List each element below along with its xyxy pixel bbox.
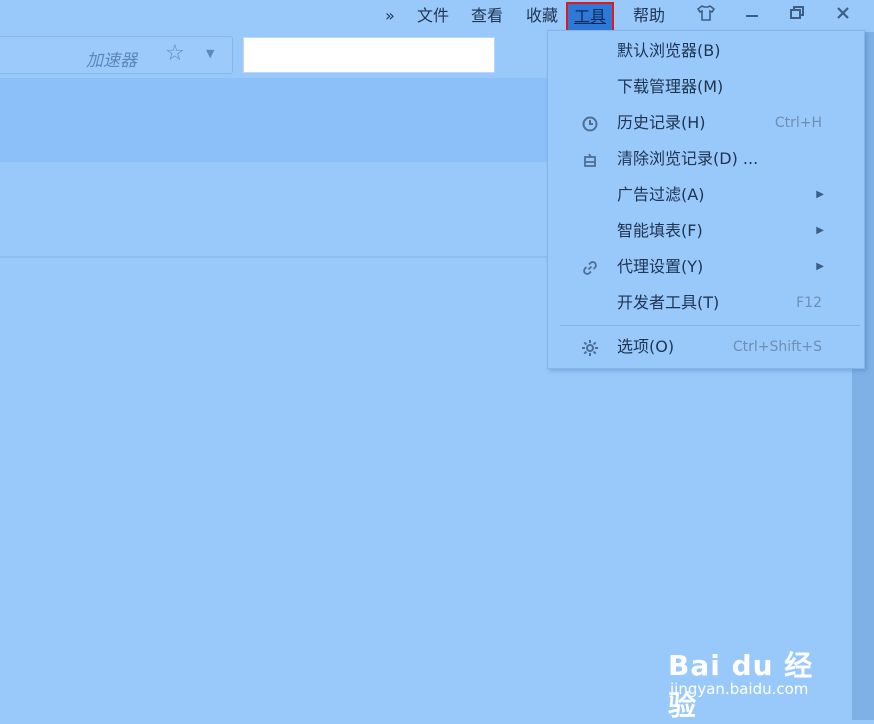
menu-item-options[interactable]: 选项(O) Ctrl+Shift+S [548, 329, 864, 365]
menu-item-label: 历史记录(H) [617, 113, 706, 132]
menu-item-label: 代理设置(Y) [617, 257, 704, 276]
more-menu-button[interactable]: » [385, 4, 395, 28]
baidu-jingyan-watermark: Bai du 经验 jingyan.baidu.com [668, 626, 838, 722]
search-input[interactable] [243, 37, 495, 73]
restore-icon[interactable] [785, 4, 809, 28]
menu-item-history[interactable]: 历史记录(H) Ctrl+H [548, 105, 864, 141]
menu-item-label: 广告过滤(A) [617, 185, 705, 204]
submenu-arrow-icon: ▶ [816, 225, 824, 236]
menu-item-ad-filter[interactable]: 广告过滤(A) ▶ [548, 177, 864, 213]
menu-item-developer-tools[interactable]: 开发者工具(T) F12 [548, 285, 864, 321]
shirt-icon[interactable] [694, 4, 718, 28]
address-bar[interactable]: 加速器 ☆ ▼ [0, 36, 233, 74]
star-icon[interactable]: ☆ [165, 41, 185, 66]
menu-favorites[interactable]: 收藏 [526, 4, 558, 28]
menu-item-clear-history[interactable]: 清除浏览记录(D) ... [548, 141, 864, 177]
submenu-arrow-icon: ▶ [816, 189, 824, 200]
title-bar: » 文件 查看 收藏 工具 帮助 [0, 0, 874, 32]
tools-dropdown-menu: 默认浏览器(B) 下载管理器(M) 历史记录(H) Ctrl+H 清除浏览记录(… [547, 30, 865, 369]
menu-item-autofill[interactable]: 智能填表(F) ▶ [548, 213, 864, 249]
minimize-icon[interactable] [740, 4, 764, 28]
menu-item-default-browser[interactable]: 默认浏览器(B) [548, 33, 864, 69]
submenu-arrow-icon: ▶ [816, 261, 824, 272]
menu-item-label: 开发者工具(T) [617, 293, 720, 312]
menu-item-shortcut: Ctrl+H [774, 115, 822, 131]
watermark-url: jingyan.baidu.com [670, 680, 809, 698]
link-icon [580, 249, 600, 285]
menu-item-label: 清除浏览记录(D) ... [617, 149, 759, 168]
menu-item-shortcut: F12 [796, 295, 822, 311]
menu-view[interactable]: 查看 [471, 4, 503, 28]
menu-item-proxy[interactable]: 代理设置(Y) ▶ [548, 249, 864, 285]
menu-tools[interactable]: 工具 [566, 2, 615, 32]
clock-icon [580, 105, 600, 141]
menu-item-label: 选项(O) [617, 337, 675, 356]
menu-item-shortcut: Ctrl+Shift+S [732, 339, 822, 355]
menu-help[interactable]: 帮助 [633, 4, 665, 28]
menu-file[interactable]: 文件 [417, 4, 449, 28]
close-icon[interactable] [831, 4, 855, 28]
tab-strip [0, 78, 548, 162]
menu-separator [560, 325, 860, 326]
accelerator-button[interactable]: 加速器 [86, 46, 137, 71]
menu-item-label: 下载管理器(M) [617, 77, 724, 96]
gear-icon [580, 329, 600, 365]
chevron-down-icon[interactable]: ▼ [206, 47, 214, 60]
menu-item-label: 默认浏览器(B) [617, 41, 721, 60]
menu-item-label: 智能填表(F) [617, 221, 703, 240]
menu-item-download-manager[interactable]: 下载管理器(M) [548, 69, 864, 105]
eraser-icon [580, 141, 600, 177]
